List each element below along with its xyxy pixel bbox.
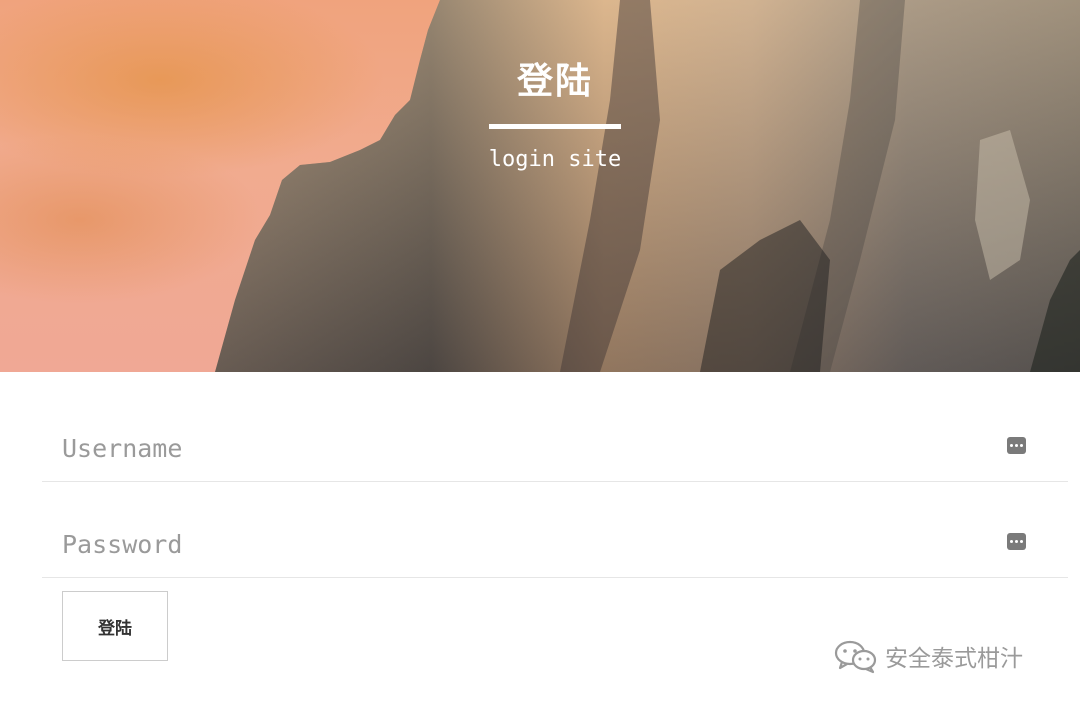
login-page: 登陆 login site 登陆 安全泰式柑汁 [0,0,1080,704]
password-manager-key-icon[interactable] [1007,533,1026,550]
hero-subtitle: login site [488,147,622,172]
wechat-icon [834,640,877,674]
watermark-text: 安全泰式柑汁 [885,646,1023,672]
password-input[interactable] [62,498,982,590]
hero-title: 登陆 [516,61,593,102]
username-field-row [42,402,1068,494]
hero-banner: 登陆 login site [0,0,1080,372]
login-button[interactable]: 登陆 [62,591,168,661]
watermark: 安全泰式柑汁 [833,638,1023,674]
password-field-row [42,498,1068,590]
hero-divider [489,124,621,129]
username-input[interactable] [62,402,982,494]
password-manager-key-icon[interactable] [1007,437,1026,454]
